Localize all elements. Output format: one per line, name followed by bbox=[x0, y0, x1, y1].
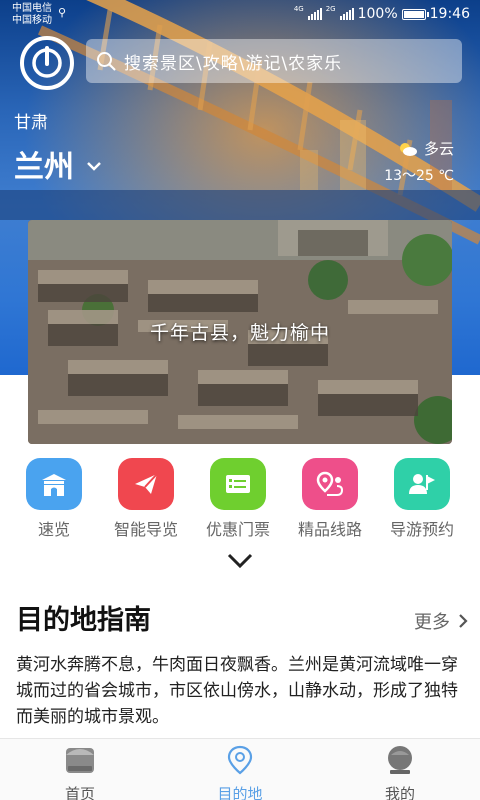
quick-nav-label: 精品线路 bbox=[297, 520, 362, 539]
status-bar: 中国电信 中国移动 ⚲ 4G 2G 100% 19:46 bbox=[0, 0, 480, 32]
quick-nav-overview[interactable]: 速览 bbox=[8, 458, 100, 540]
expand-chevron-icon[interactable] bbox=[226, 552, 254, 570]
tab-profile[interactable]: 我的 bbox=[350, 745, 450, 800]
tab-label: 目的地 bbox=[217, 785, 263, 800]
route-icon bbox=[302, 458, 358, 510]
banner-caption: 千年古县，魁力榆中 bbox=[149, 322, 330, 344]
cloudy-icon bbox=[399, 142, 417, 156]
city-selector[interactable]: 兰州 bbox=[14, 142, 102, 186]
quick-nav-routes[interactable]: 精品线路 bbox=[284, 458, 376, 540]
weather-condition: 多云 bbox=[423, 140, 454, 158]
tab-label: 首页 bbox=[64, 785, 95, 800]
clock: 19:46 bbox=[429, 6, 470, 22]
weather-temperature: 13～25 ℃ bbox=[384, 168, 454, 184]
guide-description: 黄河水奔腾不息，牛肉面日夜飘香。兰州是黄河流域唯一穿城而过的省会城市，市区依山傍… bbox=[16, 655, 458, 727]
search-icon bbox=[97, 52, 116, 71]
quick-nav-label: 速览 bbox=[37, 520, 70, 539]
quick-nav-tickets[interactable]: 优惠门票 bbox=[192, 458, 284, 540]
battery-icon bbox=[401, 8, 429, 20]
home-icon bbox=[66, 748, 94, 773]
section-title: 目的地指南 bbox=[16, 605, 151, 636]
4g-tag: 4G bbox=[293, 5, 304, 13]
tab-label: 我的 bbox=[384, 785, 415, 800]
province-label: 甘肃 bbox=[14, 113, 48, 133]
search-bar[interactable]: 搜索景区\攻略\游记\农家乐 bbox=[86, 39, 462, 83]
bottom-tab-bar: 首页 目的地 我的 bbox=[0, 738, 480, 800]
signal-icon-2 bbox=[339, 8, 354, 20]
gate-icon bbox=[26, 458, 82, 510]
quick-nav-label: 导游预约 bbox=[389, 520, 454, 539]
search-placeholder: 搜索景区\攻略\游记\农家乐 bbox=[124, 53, 343, 74]
quick-nav-label: 优惠门票 bbox=[205, 520, 270, 539]
tab-destination[interactable]: 目的地 bbox=[190, 745, 290, 800]
more-label: 更多 bbox=[414, 612, 450, 633]
app-logo-icon[interactable] bbox=[20, 36, 74, 90]
chevron-down-icon bbox=[87, 162, 101, 171]
carrier-2: 中国移动 bbox=[12, 15, 52, 26]
quick-nav-smart-guide[interactable]: 智能导览 bbox=[100, 458, 192, 540]
carrier-info: 中国电信 中国移动 bbox=[12, 3, 52, 27]
weather-widget: 多云 13～25 ℃ bbox=[384, 138, 454, 185]
carrier-1: 中国电信 bbox=[12, 3, 52, 14]
profile-icon bbox=[388, 746, 412, 774]
signal-icon bbox=[307, 8, 322, 20]
tab-home[interactable]: 首页 bbox=[30, 745, 130, 800]
guide-icon bbox=[394, 458, 450, 510]
city-label: 兰州 bbox=[14, 150, 74, 185]
quick-nav-guide-booking[interactable]: 导游预约 bbox=[376, 458, 468, 540]
2g-tag: 2G bbox=[325, 5, 336, 13]
more-link[interactable]: 更多 bbox=[414, 608, 468, 634]
usb-icon: ⚲ bbox=[58, 6, 67, 19]
battery-percent: 100% bbox=[357, 6, 398, 22]
quick-nav: 速览 智能导览 优惠门票 精品线路 导游预约 bbox=[0, 458, 480, 540]
quick-nav-label: 智能导览 bbox=[113, 520, 178, 539]
location-pin-icon bbox=[227, 745, 253, 775]
chevron-right-icon bbox=[459, 614, 468, 628]
paper-plane-icon bbox=[118, 458, 174, 510]
promo-banner[interactable]: 千年古县，魁力榆中 bbox=[28, 220, 452, 444]
ticket-icon bbox=[210, 458, 266, 510]
